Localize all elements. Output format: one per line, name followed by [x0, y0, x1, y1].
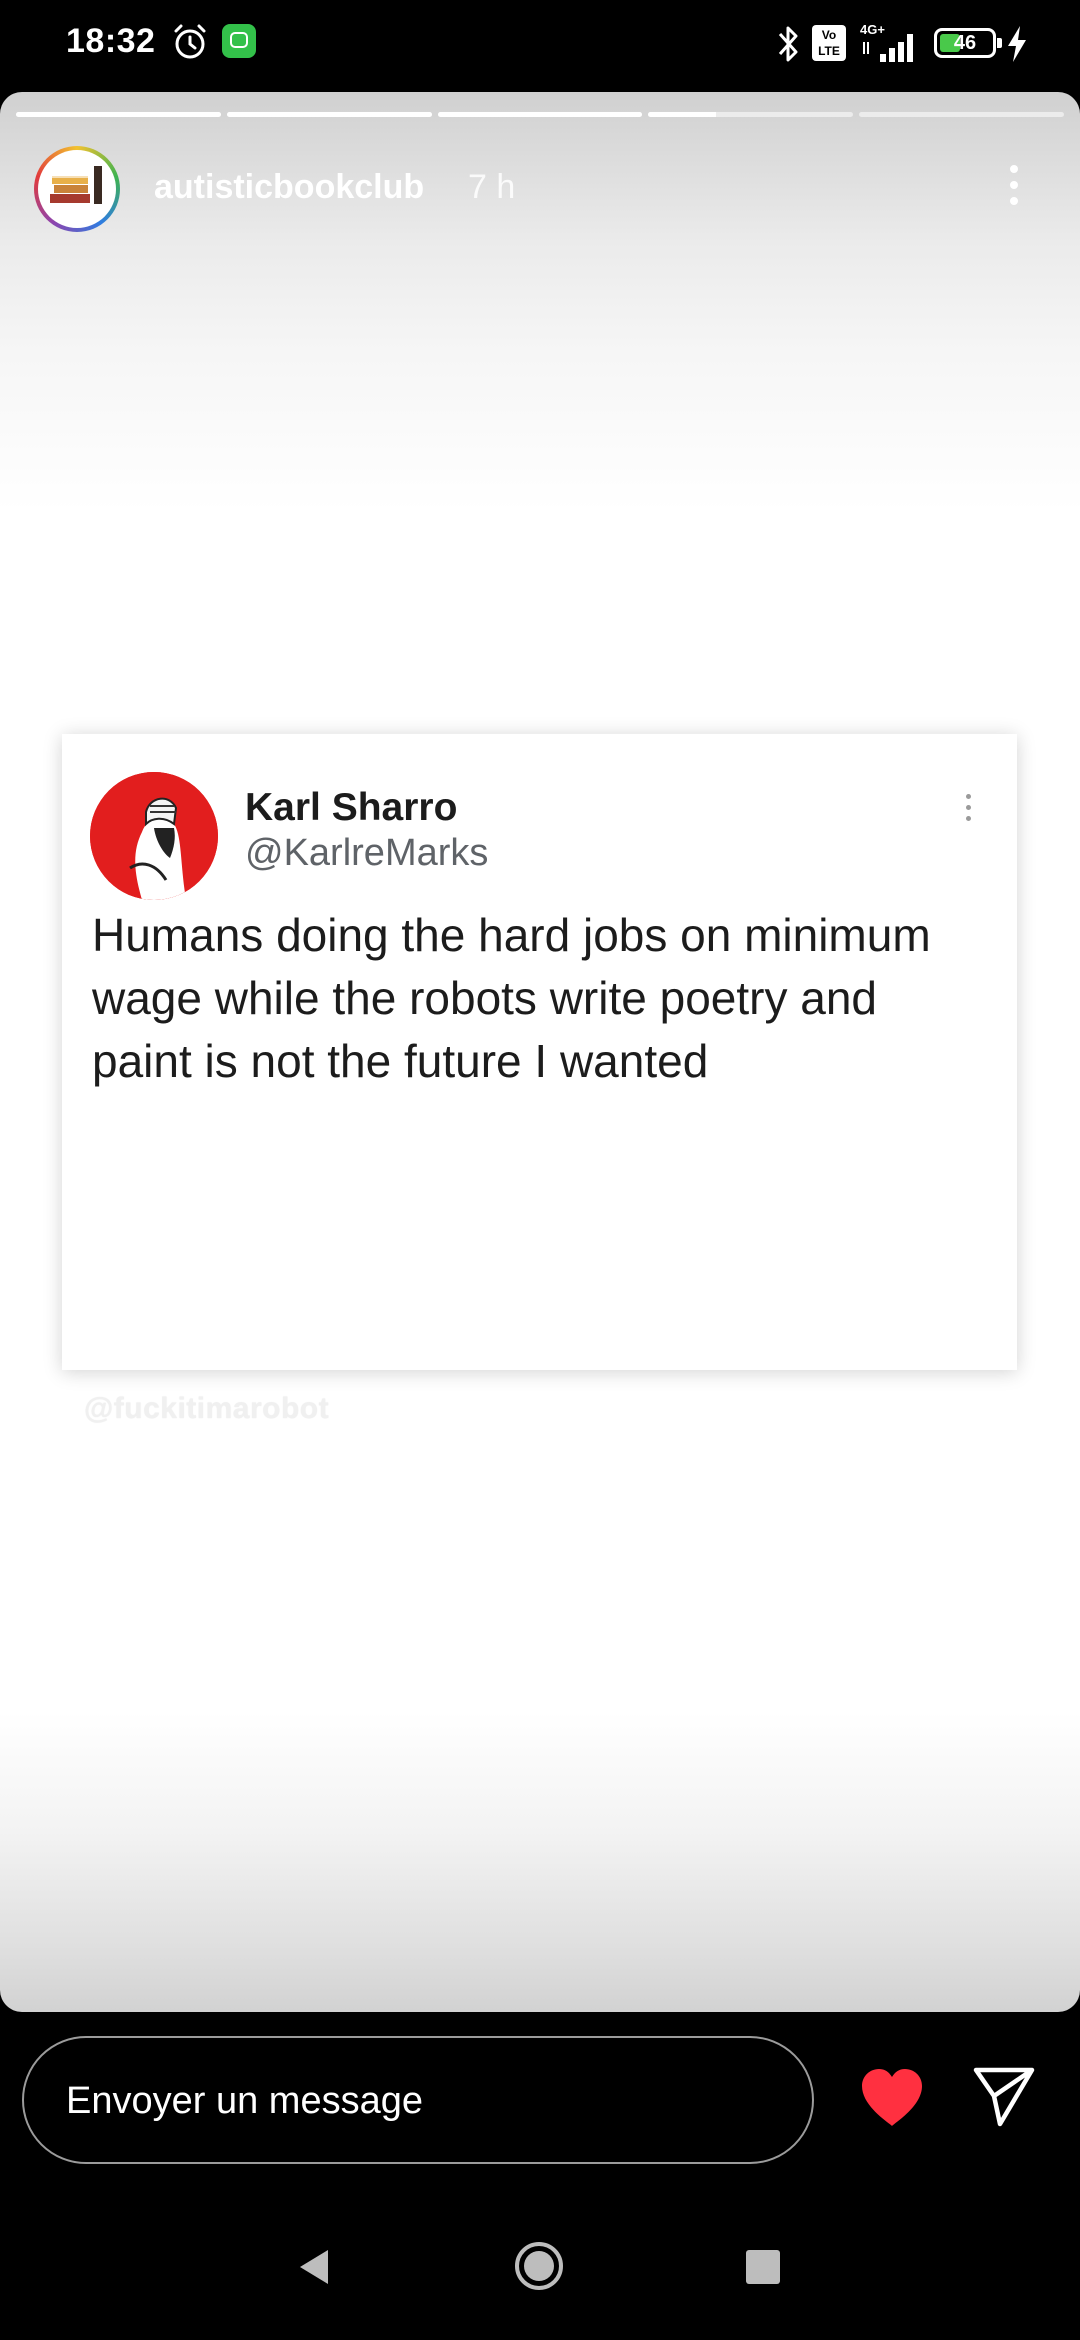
volte-icon: Vo LTE [812, 25, 846, 61]
story-viewer[interactable]: autisticbookclub 7 h Karl Sharro @Karlre… [0, 92, 1080, 2012]
status-bar: 18:32 Vo LTE 4G+ 46 [0, 0, 1080, 90]
charging-icon [1008, 26, 1026, 62]
message-input[interactable]: Envoyer un message [22, 2036, 814, 2164]
send-icon[interactable] [970, 2062, 1038, 2130]
tweet-text: Humans doing the hard jobs on minimum wa… [92, 909, 931, 1087]
story-progress-segment [226, 112, 432, 117]
story-progress-segment [16, 112, 221, 117]
alarm-icon [174, 24, 206, 59]
battery-icon: 46 [934, 28, 1002, 58]
heart-icon[interactable] [858, 2066, 926, 2130]
screen: 18:32 Vo LTE 4G+ 46 autisticbookclub 7 h… [0, 0, 1080, 2340]
more-vertical-icon[interactable] [998, 160, 1030, 216]
tweet-author-name: Karl Sharro [245, 786, 458, 829]
tweet-more-icon [962, 794, 974, 834]
tweet-author-avatar [90, 772, 218, 900]
watermark: @fuckitimarobot [84, 1392, 330, 1425]
recents-icon[interactable] [746, 2250, 780, 2284]
status-time: 18:32 [66, 22, 156, 60]
story-time-ago: 7 h [468, 168, 516, 206]
books-icon [50, 166, 102, 204]
battery-level: 46 [953, 32, 977, 54]
story-progress-bar [16, 112, 1064, 117]
network-type-label: 4G+ [860, 22, 885, 37]
message-input-placeholder: Envoyer un message [66, 2080, 423, 2122]
signal-icon: 4G+ [860, 22, 913, 62]
story-username[interactable]: autisticbookclub [154, 168, 424, 207]
reply-bar: Envoyer un message [0, 2012, 1080, 2192]
story-progress-segment [859, 112, 1064, 117]
app-notification-icon [222, 24, 256, 58]
portrait-icon [90, 772, 218, 900]
tweet-card: Karl Sharro @KarlreMarks Humans doing th… [62, 734, 1017, 1370]
story-avatar[interactable] [34, 146, 120, 232]
system-nav-bar [0, 2192, 1080, 2340]
home-icon[interactable] [513, 2240, 565, 2292]
story-progress-segment [648, 112, 854, 117]
tweet-author-handle: @KarlreMarks [245, 832, 489, 874]
story-progress-segment [437, 112, 643, 117]
back-icon[interactable] [294, 2246, 334, 2288]
bluetooth-icon [778, 26, 798, 62]
